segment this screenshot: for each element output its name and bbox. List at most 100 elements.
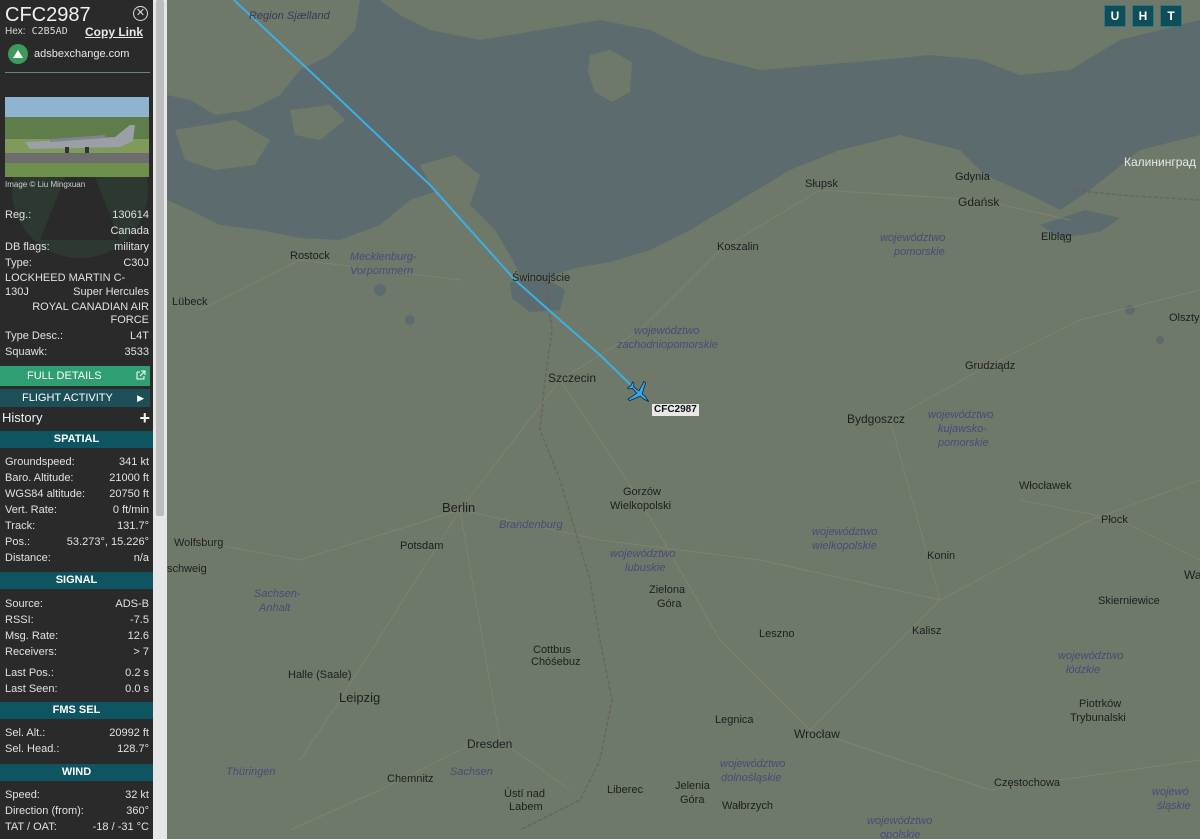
row-value: 21000 ft (109, 472, 149, 484)
row-value: 0.2 s (125, 667, 149, 679)
full-details-button[interactable]: FULL DETAILS (0, 366, 150, 386)
map-button-t[interactable]: T (1160, 5, 1182, 27)
spatial-row: Baro. Altitude: 21000 ft (5, 471, 149, 485)
copy-link[interactable]: Copy Link (85, 25, 143, 39)
row-label: RSSI: (5, 614, 34, 626)
history-toggle[interactable]: History + (0, 408, 153, 428)
row-value: 0.0 s (125, 683, 149, 695)
signal-row: Last Seen: 0.0 s (5, 682, 149, 696)
map-view[interactable]: Region Sjælland Калининград Słupsk Gdyni… (167, 0, 1200, 839)
row-value: 53.273°, 15.226° (66, 536, 149, 548)
row-value: -7.5 (130, 614, 149, 626)
row-value: 32 kt (125, 789, 149, 801)
squawk-value: 3533 (124, 346, 149, 358)
row-label: Track: (5, 520, 36, 532)
db-flags-label: DB flags: (5, 241, 50, 253)
operator-line2: FORCE (110, 314, 150, 326)
hex-label: Hex: (5, 26, 26, 37)
row-label: Receivers: (5, 646, 57, 658)
row-value: n/a (133, 552, 149, 564)
spatial-row: Distance: n/a (5, 551, 149, 565)
flight-activity-button[interactable]: FLIGHT ACTIVITY ▶ (0, 389, 150, 407)
aircraft-icon[interactable] (624, 378, 654, 408)
spatial-row: Vert. Rate: 0 ft/min (5, 503, 149, 517)
fms-row: Sel. Alt.: 20992 ft (5, 726, 149, 740)
reg-row: Reg.: 130614 (5, 208, 149, 222)
sidebar-scrollbar[interactable] (153, 0, 167, 839)
row-value: 131.7° (117, 520, 149, 532)
plus-icon: + (139, 408, 150, 428)
external-link-icon (136, 367, 146, 387)
row-label: Speed: (5, 789, 40, 801)
type-desc-value: L4T (130, 330, 149, 342)
type-desc-label: Type Desc.: (5, 330, 64, 342)
row-label: Last Pos.: (5, 667, 54, 679)
wind-row: Direction (from): 360° (5, 804, 149, 818)
row-label: Sel. Head.: (5, 743, 60, 755)
squawk-row: Squawk: 3533 (5, 345, 149, 359)
row-label: Groundspeed: (5, 456, 75, 468)
section-signal: SIGNAL (0, 572, 153, 589)
row-value: 20750 ft (109, 488, 149, 500)
map-button-u[interactable]: U (1104, 5, 1126, 27)
row-label: TAT / OAT: (5, 821, 57, 833)
row-label: Direction (from): (5, 805, 84, 817)
row-label: Vert. Rate: (5, 504, 57, 516)
operator-line1: ROYAL CANADIAN AIR (32, 301, 149, 313)
history-label: History (2, 410, 43, 425)
signal-row: Last Pos.: 0.2 s (5, 666, 149, 680)
row-label: Last Seen: (5, 683, 58, 695)
reg-label: Reg.: (5, 209, 32, 221)
chevron-right-icon: ▶ (137, 393, 144, 403)
row-label: Sel. Alt.: (5, 727, 46, 739)
row-value: 12.6 (127, 630, 149, 642)
hex-row: Hex: C2B5AD (5, 26, 68, 37)
full-details-label: FULL DETAILS (27, 370, 102, 382)
spatial-row: Track: 131.7° (5, 519, 149, 533)
row-label: Source: (5, 598, 43, 610)
adsbx-link[interactable]: adsbexchange.com (8, 44, 129, 64)
row-label: Distance: (5, 552, 51, 564)
type-row: Type: C30J (5, 256, 149, 270)
wind-row: Speed: 32 kt (5, 788, 149, 802)
aircraft-callsign-label[interactable]: CFC2987 (652, 404, 699, 416)
scrollbar-thumb[interactable] (156, 0, 164, 516)
squawk-label: Squawk: (5, 346, 48, 358)
reg-value: 130614 (112, 209, 149, 221)
section-wind: WIND (0, 764, 153, 781)
row-label: Msg. Rate: (5, 630, 59, 642)
signal-row: RSSI: -7.5 (5, 613, 149, 627)
row-value: -18 / -31 °C (92, 821, 149, 833)
row-value: 341 kt (119, 456, 149, 468)
db-flags-row: DB flags: military (5, 240, 149, 254)
signal-row: Msg. Rate: 12.6 (5, 629, 149, 643)
adsbx-logo-icon (8, 44, 28, 64)
aircraft-photo[interactable] (5, 97, 149, 177)
spatial-row: Groundspeed: 341 kt (5, 455, 149, 469)
row-label: WGS84 altitude: (5, 488, 86, 500)
model-line2: Super Hercules (73, 286, 149, 298)
type-value: C30J (123, 257, 149, 269)
row-value: 20992 ft (109, 727, 149, 739)
row-value: 128.7° (117, 743, 149, 755)
fms-row: Sel. Head.: 128.7° (5, 742, 149, 756)
signal-row: Receivers: > 7 (5, 645, 149, 659)
divider (5, 72, 150, 73)
image-credit: Image © Liu Mingxuan (5, 180, 86, 189)
country-value: Canada (110, 225, 149, 237)
row-value: 360° (126, 805, 149, 817)
adsbx-site-label: adsbexchange.com (34, 48, 130, 60)
type-desc-row: Type Desc.: L4T (5, 329, 149, 343)
spatial-row: Pos.: 53.273°, 15.226° (5, 535, 149, 549)
row-value: ADS-B (115, 598, 149, 610)
hex-code: C2B5AD (31, 26, 68, 37)
section-fms-sel: FMS SEL (0, 702, 153, 719)
wind-row: TAT / OAT: -18 / -31 °C (5, 820, 149, 834)
callsign-title: CFC2987 (5, 4, 91, 26)
map-button-h[interactable]: H (1132, 5, 1154, 27)
row-label: Pos.: (5, 536, 31, 548)
flight-activity-label: FLIGHT ACTIVITY (22, 392, 113, 404)
section-spatial: SPATIAL (0, 431, 153, 448)
close-icon[interactable]: ✕ (133, 6, 148, 21)
map-canvas[interactable] (167, 0, 1200, 839)
